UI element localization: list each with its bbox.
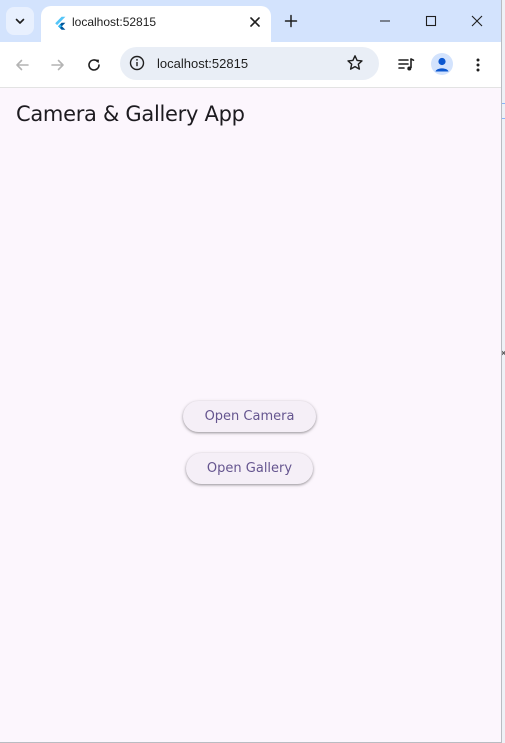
close-icon (471, 15, 483, 27)
new-tab-button[interactable] (280, 10, 302, 32)
browser-toolbar: localhost:52815 (0, 42, 501, 88)
tab-title: localhost:52815 (72, 15, 157, 29)
app-page: Camera & Gallery App Open Camera Open Ga… (0, 88, 501, 742)
app-bar-title: Camera & Gallery App (16, 102, 245, 126)
minimize-icon (380, 20, 390, 22)
bookmark-star-icon[interactable] (346, 54, 364, 72)
more-vertical-icon (476, 58, 480, 72)
person-icon (435, 57, 449, 72)
tab-close-button[interactable] (247, 14, 263, 30)
reload-icon (88, 59, 100, 71)
back-button[interactable] (10, 53, 34, 77)
tab-strip: localhost:52815 (0, 0, 501, 42)
arrow-right-icon (51, 59, 64, 71)
profile-avatar[interactable] (431, 53, 453, 75)
address-bar-url[interactable]: localhost:52815 (157, 56, 248, 71)
tab-search-button[interactable] (6, 7, 34, 35)
maximize-button[interactable] (411, 6, 451, 36)
plus-icon (284, 14, 298, 28)
browser-window: localhost:52815 localhost:52815 Camera &… (0, 0, 502, 743)
reload-button[interactable] (82, 53, 106, 77)
arrow-left-icon (16, 59, 29, 71)
address-bar[interactable]: localhost:52815 (120, 47, 379, 80)
maximize-icon (425, 15, 437, 27)
forward-button[interactable] (46, 53, 70, 77)
info-icon[interactable] (128, 54, 146, 72)
minimize-button[interactable] (365, 6, 405, 36)
flutter-favicon-icon (55, 16, 66, 30)
chevron-down-icon (15, 18, 25, 24)
open-gallery-button[interactable]: Open Gallery (186, 453, 313, 484)
open-camera-button[interactable]: Open Camera (183, 401, 316, 432)
window-close-button[interactable] (457, 6, 497, 36)
playlist-music-icon (398, 58, 415, 71)
browser-menu-button[interactable] (466, 53, 490, 77)
media-controls-button[interactable] (394, 53, 418, 77)
tab-active[interactable]: localhost:52815 (41, 6, 271, 42)
close-icon (250, 17, 260, 27)
